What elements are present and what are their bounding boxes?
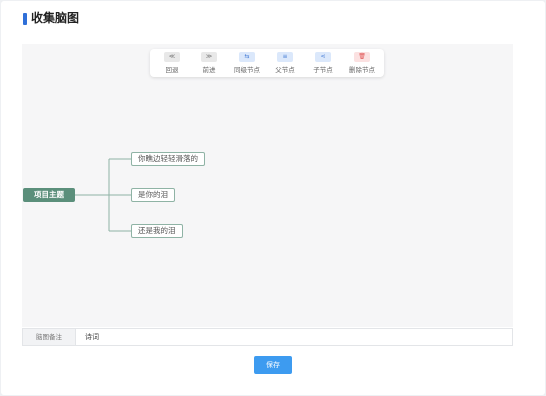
mindmap-root-node[interactable]: 项目主题 <box>23 188 75 202</box>
remark-input[interactable]: 诗词 <box>85 329 99 345</box>
save-button[interactable]: 保存 <box>254 356 292 374</box>
mindmap-child-node[interactable]: 是你的泪 <box>131 188 175 202</box>
remark-row: 脑图备注 诗词 <box>22 328 513 346</box>
remark-label: 脑图备注 <box>23 329 76 345</box>
mindmap-child-node[interactable]: 还是我的泪 <box>131 224 183 238</box>
mindmap-child-node[interactable]: 你瞧边轻轻滑落的 <box>131 152 205 166</box>
